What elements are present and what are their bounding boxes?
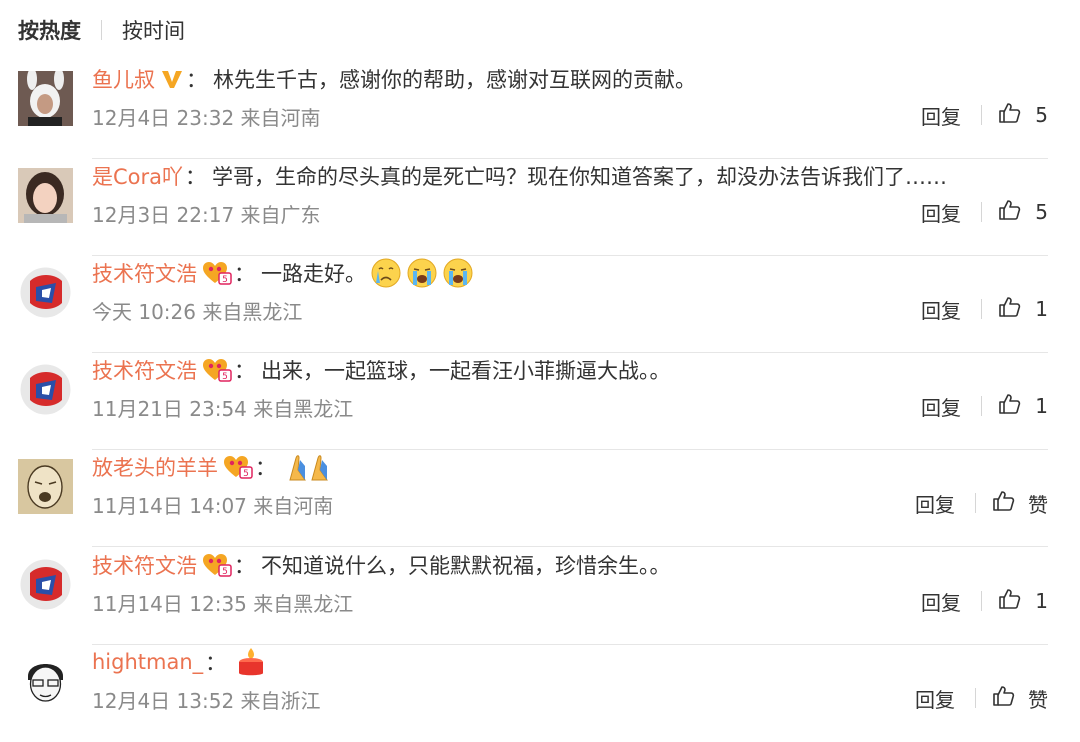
sort-bar: 按热度 按时间	[18, 14, 185, 46]
avatar[interactable]	[18, 557, 73, 612]
reply-button[interactable]: 回复	[921, 101, 961, 130]
comment-item: 是Cora吖 ： 学哥，生命的尽头真的是死亡吗？现在你知道答案了，却没办法告诉我…	[0, 159, 1080, 256]
like-button[interactable]: 1	[998, 587, 1048, 616]
like-count: 1	[1035, 297, 1048, 321]
username-link[interactable]: hightman_	[92, 650, 203, 674]
thumbs-up-icon	[998, 101, 1022, 130]
username-link[interactable]: 技术符文浩	[92, 550, 197, 580]
comment-text: 出来，一起篮球，一起看汪小菲撕逼大战。。	[261, 359, 671, 383]
thumbs-up-icon	[998, 587, 1022, 616]
thumbs-up-icon	[992, 489, 1016, 518]
like-count: 1	[1035, 394, 1048, 418]
username-link[interactable]: 放老头的羊羊	[92, 452, 218, 482]
sort-divider	[101, 20, 102, 40]
comment-item: 技术符文浩 5 ： 不知道说什么，只能默默祝福，珍惜余生。。 11月14日 12…	[0, 548, 1080, 645]
avatar[interactable]	[18, 71, 73, 126]
like-button[interactable]: 赞	[992, 684, 1048, 713]
username-link[interactable]: 鱼儿叔	[92, 64, 155, 94]
avatar[interactable]	[18, 168, 73, 223]
like-button[interactable]: 5	[998, 198, 1048, 227]
comment-text: 一路走好。	[261, 262, 366, 286]
cry-face-icon	[370, 257, 402, 289]
comment-meta: 12月4日 13:52 来自浙江	[92, 689, 321, 713]
like-button[interactable]: 1	[998, 295, 1048, 324]
reply-button[interactable]: 回复	[915, 684, 955, 713]
reply-button[interactable]: 回复	[921, 198, 961, 227]
thumbs-up-icon	[992, 684, 1016, 713]
thumbs-up-icon	[998, 295, 1022, 324]
comment-item: 技术符文浩 5 ： 一路走好。 今天 10:26 来自黑龙江 回复 1	[0, 256, 1080, 353]
avatar[interactable]	[18, 654, 73, 709]
comment-meta: 11月21日 23:54 来自黑龙江	[92, 397, 354, 421]
comment-item: hightman_ ： 12月4日 13:52 来自浙江 回复 赞	[0, 645, 1080, 742]
avatar[interactable]	[18, 459, 73, 514]
svg-text:5: 5	[222, 372, 228, 382]
comment-item: 技术符文浩 5 ： 出来，一起篮球，一起看汪小菲撕逼大战。。 11月21日 23…	[0, 353, 1080, 450]
like-button[interactable]: 5	[998, 101, 1048, 130]
comment-meta: 11月14日 12:35 来自黑龙江	[92, 592, 354, 616]
reply-button[interactable]: 回复	[921, 587, 961, 616]
svg-text:5: 5	[222, 275, 228, 285]
avatar[interactable]	[18, 362, 73, 417]
sob-face-icon	[406, 257, 438, 289]
fan-heart-icon: 5	[202, 261, 232, 285]
thumbs-up-icon	[998, 198, 1022, 227]
divider	[92, 546, 1048, 547]
comment-meta: 11月14日 14:07 来自河南	[92, 494, 334, 518]
comment-meta: 今天 10:26 来自黑龙江	[92, 300, 303, 324]
comment-text: 学哥，生命的尽头真的是死亡吗？现在你知道答案了，却没办法告诉我们了……	[212, 165, 948, 189]
comment-text: 林先生千古，感谢你的帮助，感谢对互联网的贡献。	[213, 68, 696, 92]
like-label: 赞	[1028, 687, 1048, 712]
comment-meta: 12月4日 23:32 来自河南	[92, 106, 321, 130]
praying-hands-icon	[286, 452, 332, 482]
comment-item: 鱼儿叔 ： 林先生千古，感谢你的帮助，感谢对互联网的贡献。 12月4日 23:3…	[0, 62, 1080, 159]
username-link[interactable]: 是Cora吖	[92, 161, 183, 191]
like-count: 5	[1035, 200, 1048, 224]
reply-button[interactable]: 回复	[915, 489, 955, 518]
sort-by-hot-tab[interactable]: 按热度	[18, 15, 81, 45]
like-count: 1	[1035, 589, 1048, 613]
fan-heart-icon: 5	[202, 553, 232, 577]
comment-text: 不知道说什么，只能默默祝福，珍惜余生。。	[261, 554, 671, 578]
reply-button[interactable]: 回复	[921, 295, 961, 324]
verified-v-icon	[160, 68, 184, 90]
username-link[interactable]: 技术符文浩	[92, 258, 197, 288]
candle-icon	[236, 646, 266, 678]
sort-by-time-tab[interactable]: 按时间	[122, 15, 185, 45]
like-label: 赞	[1028, 492, 1048, 517]
fan-heart-icon: 5	[223, 455, 253, 479]
fan-heart-icon: 5	[202, 358, 232, 382]
thumbs-up-icon	[998, 392, 1022, 421]
sob-face-icon	[442, 257, 474, 289]
like-button[interactable]: 赞	[992, 489, 1048, 518]
comment-item: 放老头的羊羊 5 ： 11月14日 14:07 来自河南 回复 赞	[0, 450, 1080, 547]
like-count: 5	[1035, 103, 1048, 127]
avatar[interactable]	[18, 265, 73, 320]
svg-text:5: 5	[243, 469, 249, 479]
comment-meta: 12月3日 22:17 来自广东	[92, 203, 321, 227]
username-link[interactable]: 技术符文浩	[92, 355, 197, 385]
reply-button[interactable]: 回复	[921, 392, 961, 421]
svg-text:5: 5	[222, 567, 228, 577]
like-button[interactable]: 1	[998, 392, 1048, 421]
